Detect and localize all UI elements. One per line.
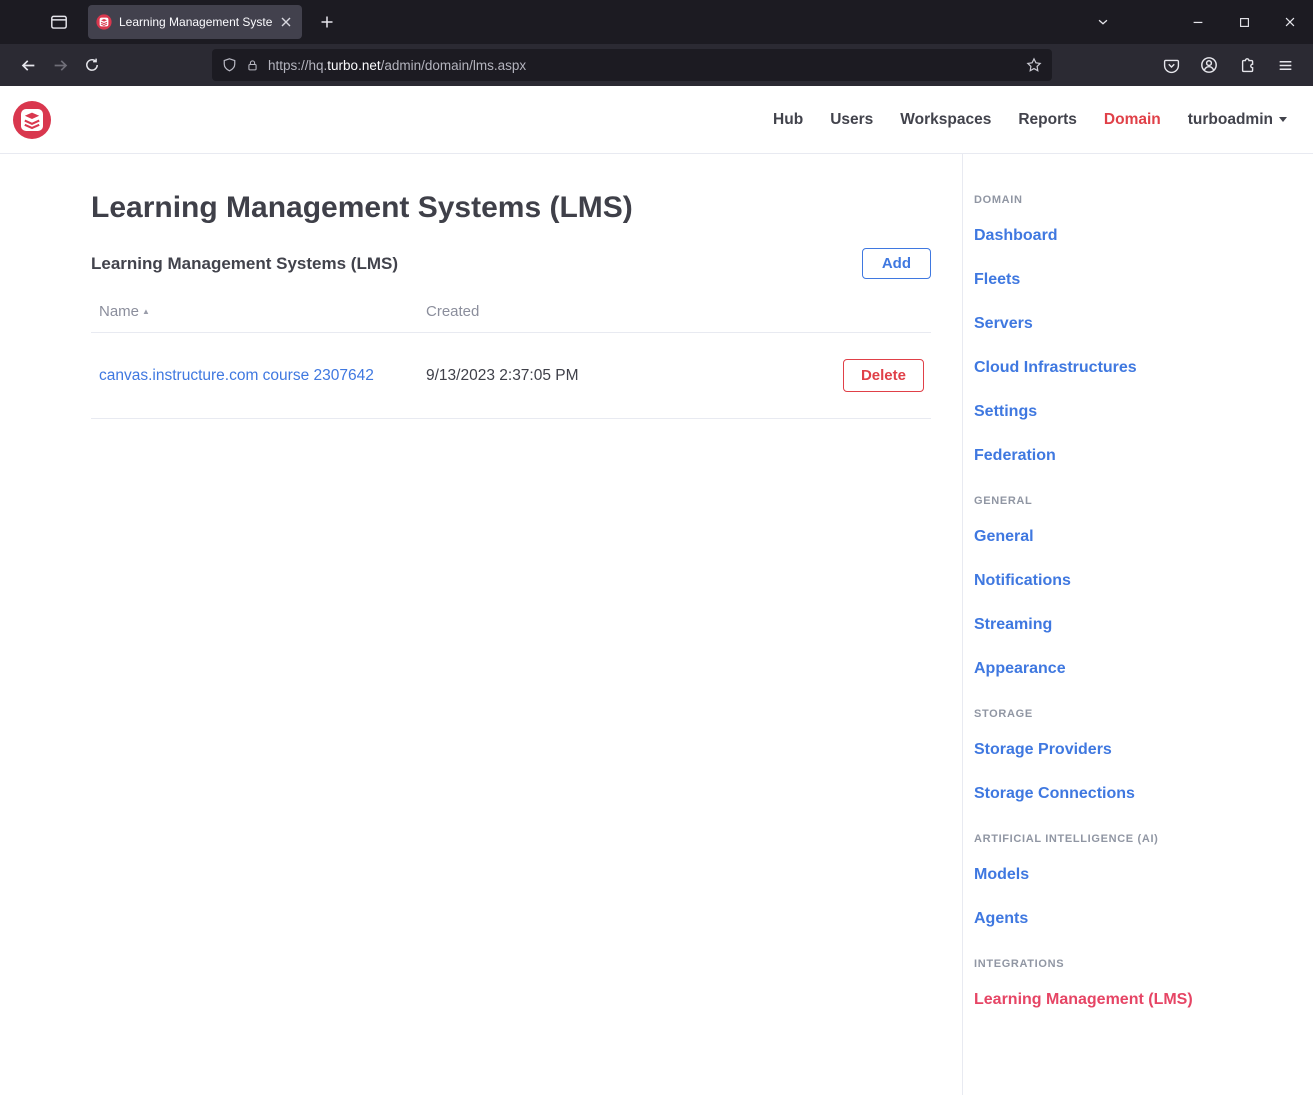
sidebar-section-domain: DOMAIN Dashboard Fleets Servers Cloud In… <box>974 194 1293 465</box>
turbo-logo[interactable] <box>12 100 52 140</box>
window-maximize-button[interactable] <box>1221 0 1267 44</box>
sidebar-item-federation[interactable]: Federation <box>974 447 1293 465</box>
browser-titlebar: Learning Management Systems <box>0 0 1313 44</box>
sidebar-item-settings[interactable]: Settings <box>974 403 1293 421</box>
puzzle-icon <box>1239 57 1256 74</box>
sidebar-section-label: ARTIFICIAL INTELLIGENCE (AI) <box>974 833 1293 845</box>
nav-domain[interactable]: Domain <box>1104 111 1161 129</box>
sidebar-section-integrations: INTEGRATIONS Learning Management (LMS) <box>974 958 1293 1009</box>
page-content: Learning Management Systems (LMS) Learni… <box>0 154 1313 1095</box>
menu-button[interactable] <box>1269 49 1301 81</box>
window-close-button[interactable] <box>1267 0 1313 44</box>
sidebar-item-storage-providers[interactable]: Storage Providers <box>974 741 1293 759</box>
tab-close-icon[interactable] <box>278 17 294 27</box>
pocket-icon <box>1163 57 1180 74</box>
url-path: /admin/domain/lms.aspx <box>381 58 527 73</box>
sidebar-item-streaming[interactable]: Streaming <box>974 616 1293 634</box>
list-all-tabs-button[interactable] <box>1087 6 1119 38</box>
add-button[interactable]: Add <box>862 248 931 279</box>
column-header-created[interactable]: Created <box>426 303 931 320</box>
url-bar[interactable]: https://hq.turbo.net/admin/domain/lms.as… <box>212 49 1052 81</box>
sidebar-item-general[interactable]: General <box>974 528 1293 546</box>
sidebar-section-label: INTEGRATIONS <box>974 958 1293 970</box>
new-tab-button[interactable] <box>312 7 342 37</box>
column-header-name[interactable]: Name▲ <box>91 303 426 320</box>
nav-workspaces[interactable]: Workspaces <box>900 111 991 129</box>
table-row: canvas.instructure.com course 2307642 9/… <box>91 333 931 419</box>
browser-tab[interactable]: Learning Management Systems <box>88 5 302 39</box>
sidebar-item-agents[interactable]: Agents <box>974 910 1293 928</box>
chevron-down-icon <box>1279 117 1287 122</box>
nav-user-menu-label: turboadmin <box>1188 111 1273 128</box>
extensions-button[interactable] <box>1231 49 1263 81</box>
settings-sidebar: DOMAIN Dashboard Fleets Servers Cloud In… <box>962 154 1313 1095</box>
back-arrow-icon <box>20 57 37 74</box>
url-prefix: https://hq. <box>268 58 327 73</box>
sidebar-item-appearance[interactable]: Appearance <box>974 660 1293 678</box>
chevron-down-icon <box>1096 15 1110 29</box>
sidebar-item-learning-management-lms[interactable]: Learning Management (LMS) <box>974 991 1293 1009</box>
lms-created-cell: 9/13/2023 2:37:05 PM <box>426 367 843 385</box>
sort-ascending-icon: ▲ <box>142 307 150 316</box>
url-text: https://hq.turbo.net/admin/domain/lms.as… <box>268 58 526 73</box>
firefox-view-icon <box>50 13 68 31</box>
browser-toolbar: https://hq.turbo.net/admin/domain/lms.as… <box>0 44 1313 86</box>
nav-hub[interactable]: Hub <box>773 111 803 129</box>
sidebar-section-general: GENERAL General Notifications Streaming … <box>974 495 1293 678</box>
sidebar-item-fleets[interactable]: Fleets <box>974 271 1293 289</box>
sidebar-section-storage: STORAGE Storage Providers Storage Connec… <box>974 708 1293 803</box>
table-header-row: Name▲ Created <box>91 291 931 333</box>
sidebar-section-label: GENERAL <box>974 495 1293 507</box>
window-minimize-button[interactable] <box>1175 0 1221 44</box>
sidebar-item-notifications[interactable]: Notifications <box>974 572 1293 590</box>
url-domain: turbo.net <box>327 58 380 73</box>
reload-button[interactable] <box>76 49 108 81</box>
forward-button[interactable] <box>44 49 76 81</box>
sidebar-section-label: STORAGE <box>974 708 1293 720</box>
tab-favicon <box>96 14 112 30</box>
main-panel: Learning Management Systems (LMS) Learni… <box>91 154 931 1095</box>
sidebar-item-storage-connections[interactable]: Storage Connections <box>974 785 1293 803</box>
hamburger-icon <box>1277 57 1294 74</box>
page-title: Learning Management Systems (LMS) <box>91 190 931 226</box>
card-header: Learning Management Systems (LMS) Add <box>91 248 931 279</box>
lms-item-link[interactable]: canvas.instructure.com course 2307642 <box>99 367 374 384</box>
lms-name-cell: canvas.instructure.com course 2307642 <box>91 367 426 385</box>
delete-button[interactable]: Delete <box>843 359 924 392</box>
sidebar-section-ai: ARTIFICIAL INTELLIGENCE (AI) Models Agen… <box>974 833 1293 928</box>
sidebar-item-models[interactable]: Models <box>974 866 1293 884</box>
firefox-view-button[interactable] <box>44 7 74 37</box>
site-header: Hub Users Workspaces Reports Domain turb… <box>0 86 1313 154</box>
back-button[interactable] <box>12 49 44 81</box>
nav-reports[interactable]: Reports <box>1018 111 1077 129</box>
sidebar-item-dashboard[interactable]: Dashboard <box>974 227 1293 245</box>
sidebar-section-label: DOMAIN <box>974 194 1293 206</box>
card-title: Learning Management Systems (LMS) <box>91 254 398 274</box>
account-icon <box>1200 56 1218 74</box>
forward-arrow-icon <box>52 57 69 74</box>
nav-user-menu[interactable]: turboadmin <box>1188 111 1287 129</box>
reload-icon <box>84 57 100 73</box>
bookmark-star-icon[interactable] <box>1026 57 1042 73</box>
shield-icon[interactable] <box>222 57 237 73</box>
account-button[interactable] <box>1193 49 1225 81</box>
pocket-button[interactable] <box>1155 49 1187 81</box>
tab-title: Learning Management Systems <box>119 15 272 29</box>
nav-users[interactable]: Users <box>830 111 873 129</box>
lock-icon[interactable] <box>246 58 259 73</box>
sidebar-item-servers[interactable]: Servers <box>974 315 1293 333</box>
sidebar-item-cloud-infrastructures[interactable]: Cloud Infrastructures <box>974 359 1293 377</box>
primary-nav: Hub Users Workspaces Reports Domain turb… <box>773 111 1287 129</box>
